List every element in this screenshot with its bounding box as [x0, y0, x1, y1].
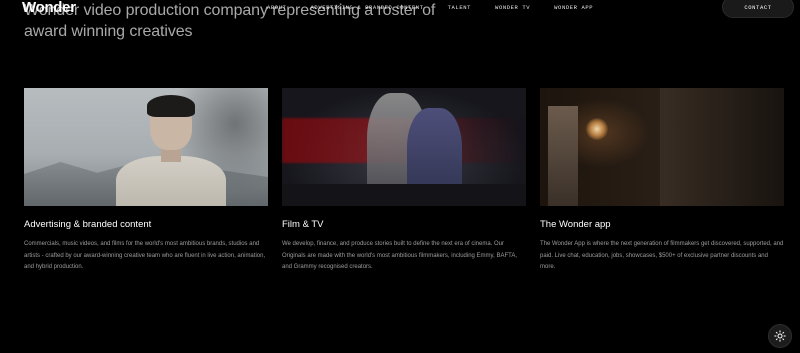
nav-about[interactable]: ABOUT [267, 4, 287, 11]
theme-toggle-button[interactable] [768, 324, 792, 348]
card-title: Film & TV [282, 219, 324, 230]
nav-wonder-tv[interactable]: WONDER TV [495, 4, 530, 11]
nav-advertising[interactable]: ADVERTISING & BRANDED CONTENT [311, 4, 424, 11]
card-description: The Wonder App is where the next generat… [540, 241, 784, 270]
card-description: Commercials, music videos, and films for… [24, 241, 266, 270]
logo[interactable]: Wonder [22, 0, 76, 16]
door [548, 106, 578, 206]
card-description: We develop, finance, and produce stories… [282, 241, 517, 270]
card-film-tv[interactable]: Film & TV We develop, finance, and produ… [282, 88, 526, 274]
sun-icon [774, 330, 786, 342]
card-advertising[interactable]: Advertising & branded content Commercial… [24, 88, 268, 274]
advertising-thumbnail[interactable] [24, 88, 268, 206]
blurred-figure [660, 88, 784, 206]
card-wonder-app[interactable]: The Wonder app The Wonder App is where t… [540, 88, 784, 274]
nav-wonder-app[interactable]: WONDER APP [554, 4, 593, 11]
nav-talent[interactable]: TALENT [448, 4, 471, 11]
film-tv-thumbnail[interactable] [282, 88, 526, 206]
wonder-app-thumbnail[interactable] [540, 88, 784, 206]
contact-button[interactable]: CONTACT [722, 0, 794, 18]
lamp [586, 118, 608, 140]
main-nav: ABOUT ADVERTISING & BRANDED CONTENT TALE… [267, 4, 617, 11]
person-figure [116, 95, 226, 206]
card-title: Advertising & branded content [24, 219, 152, 230]
card-title: The Wonder app [540, 219, 611, 230]
floor [282, 184, 526, 206]
